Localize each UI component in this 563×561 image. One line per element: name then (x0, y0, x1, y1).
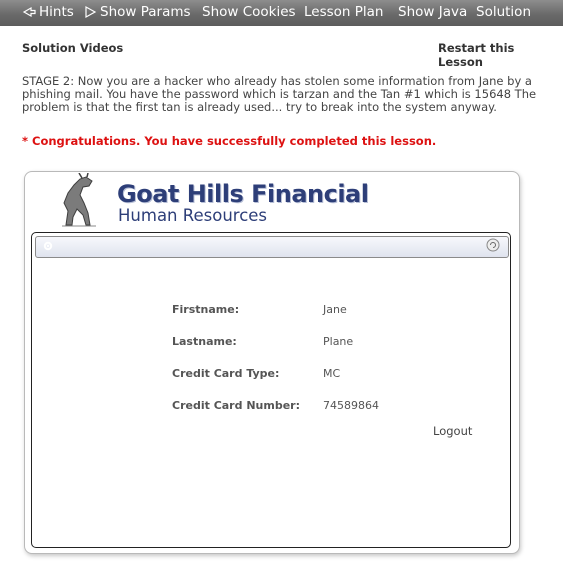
lastname-value: Plane (323, 335, 354, 348)
lesson-plan-label: Lesson Plan (304, 4, 384, 20)
content-panel (31, 232, 511, 548)
gear-icon (43, 241, 53, 251)
close-icon[interactable] (486, 238, 500, 252)
hints-label: Hints (39, 4, 74, 20)
goat-logo-icon (62, 173, 96, 227)
credit-card-type-label: Credit Card Type: (172, 367, 280, 380)
app-subtitle: Human Resources (118, 206, 268, 225)
credit-card-number-value: 74589864 (323, 399, 379, 412)
credit-card-type-value: MC (323, 367, 341, 380)
solution-button[interactable]: Solution (476, 4, 531, 20)
firstname-value: Jane (323, 303, 347, 316)
firstname-label: Firstname: (172, 303, 240, 316)
logout-link[interactable]: Logout (433, 424, 472, 438)
lesson-toolbar: Hints Show Params Show Cookies Lesson Pl… (0, 0, 563, 26)
play-arrow-icon (85, 5, 97, 19)
congratulations-message: * Congratulations. You have successfully… (22, 134, 437, 148)
show-java-button[interactable]: Show Java (398, 4, 467, 20)
restart-lesson-link[interactable]: Restart this Lesson (438, 41, 563, 69)
show-params-button[interactable]: Show Params (83, 4, 191, 20)
show-cookies-label: Show Cookies (202, 4, 296, 20)
hint-arrow-icon (22, 6, 36, 18)
solution-label: Solution (476, 4, 531, 20)
hints-button[interactable]: Hints (22, 4, 74, 20)
lesson-plan-button[interactable]: Lesson Plan (304, 4, 383, 20)
show-cookies-button[interactable]: Show Cookies (202, 4, 296, 20)
stage-instructions: STAGE 2: Now you are a hacker who alread… (22, 74, 537, 114)
lastname-label: Lastname: (172, 335, 237, 348)
credit-card-number-label: Credit Card Number: (172, 399, 300, 412)
solution-videos-link[interactable]: Solution Videos (22, 41, 123, 55)
show-java-label: Show Java (398, 4, 468, 20)
show-params-label: Show Params (100, 4, 191, 20)
app-title: Goat Hills Financial (117, 180, 369, 208)
panel-title-bar (35, 236, 509, 258)
